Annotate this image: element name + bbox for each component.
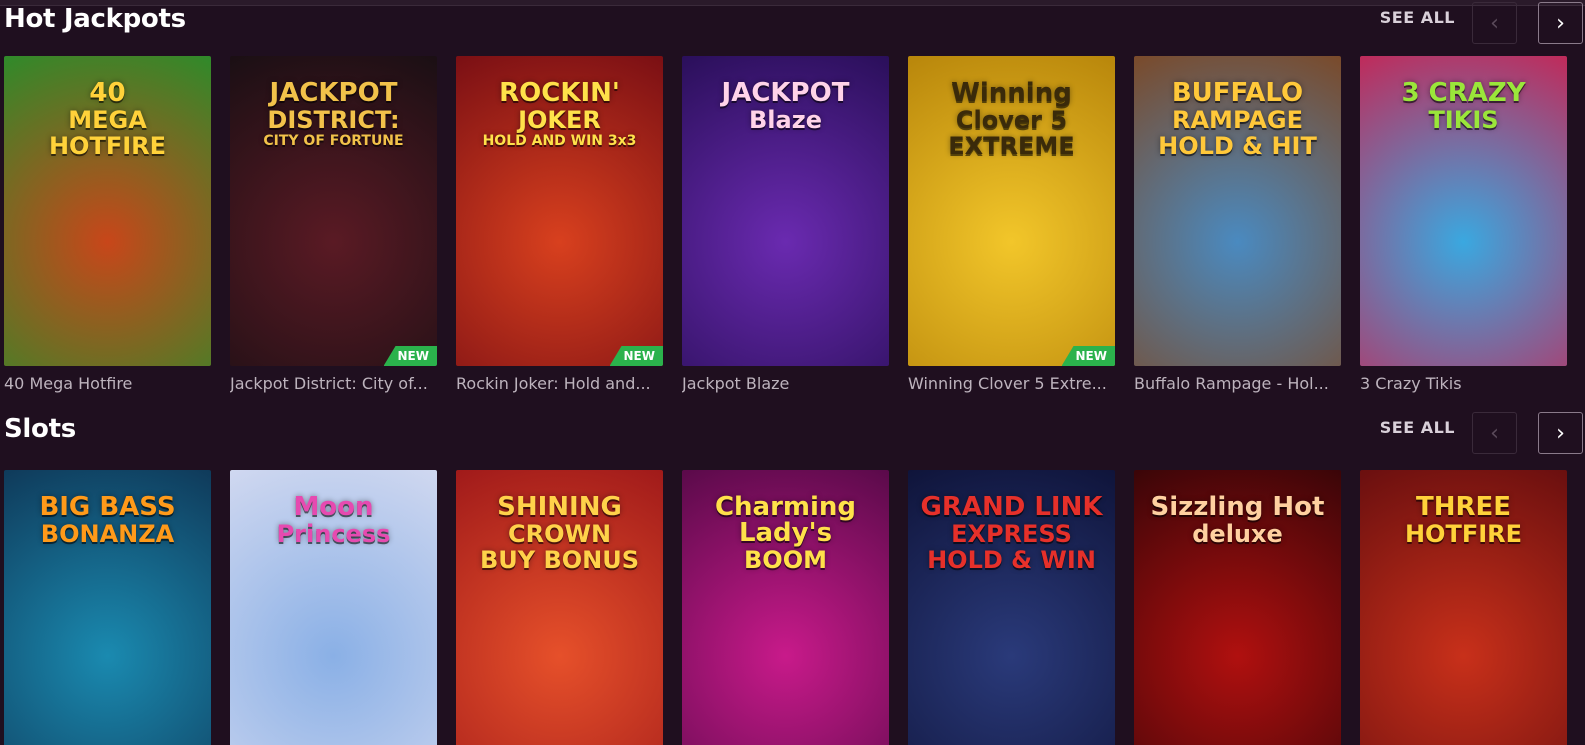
game-tile[interactable]: THREE HOTFIRE xyxy=(1360,470,1567,745)
game-thumbnail[interactable]: 40 MEGA HOTFIRE xyxy=(4,56,211,366)
game-thumbnail[interactable]: 3 CRAZY TIKIS xyxy=(1360,56,1567,366)
game-tile[interactable]: JACKPOT Blaze Jackpot Blaze xyxy=(682,56,889,393)
game-logo: Winning Clover 5 EXTREME xyxy=(914,78,1109,160)
game-thumbnail[interactable]: THREE HOTFIRE xyxy=(1360,470,1567,745)
game-logo: THREE HOTFIRE xyxy=(1366,492,1561,548)
game-logo-line: HOTFIRE xyxy=(1404,520,1523,548)
game-logo: Sizzling Hot deluxe xyxy=(1140,492,1335,548)
prev-arrow-button[interactable]: ‹ xyxy=(1472,412,1517,454)
game-logo: JACKPOT DISTRICT: CITY OF FORTUNE xyxy=(236,78,431,150)
section-title: Slots xyxy=(4,414,76,444)
section-header: Hot Jackpots SEE ALL ‹ › xyxy=(0,2,1585,44)
game-logo-line: BIG BASS xyxy=(39,492,176,522)
game-logo-line: THREE xyxy=(1415,492,1512,522)
game-logo-line: CITY OF FORTUNE xyxy=(263,133,404,149)
game-logo: Moon Princess xyxy=(236,492,431,548)
game-logo-line: TIKIS xyxy=(1428,106,1499,134)
game-logo: GRAND LINK EXPRESS HOLD & WIN xyxy=(914,492,1109,574)
game-logo-line: 40 xyxy=(89,78,126,108)
game-tile[interactable]: 40 MEGA HOTFIRE 40 Mega Hotfire xyxy=(4,56,211,393)
game-tile[interactable]: BIG BASS BONANZA xyxy=(4,470,211,745)
game-title[interactable]: 3 Crazy Tikis xyxy=(1360,374,1567,393)
game-tile[interactable]: Winning Clover 5 EXTREME NEW Winning Clove… xyxy=(908,56,1115,393)
game-logo-line: ROCKIN' xyxy=(499,78,620,108)
prev-arrow-button[interactable]: ‹ xyxy=(1472,2,1517,44)
chevron-left-icon: ‹ xyxy=(1490,10,1499,36)
casino-lobby: Hot Jackpots SEE ALL ‹ › 40 MEGA HOTFIRE 4… xyxy=(0,0,1585,745)
game-logo-line: Clover 5 xyxy=(955,106,1068,134)
game-logo-line: HOLD & HIT xyxy=(1158,132,1317,160)
game-tile[interactable]: Sizzling Hot deluxe xyxy=(1134,470,1341,745)
game-tile[interactable]: SHINING CROWN BUY BONUS xyxy=(456,470,663,745)
game-logo-line: HOLD AND WIN 3x3 xyxy=(482,133,637,149)
game-logo-line: Blaze xyxy=(749,106,822,134)
game-logo: ROCKIN' JOKER HOLD AND WIN 3x3 xyxy=(462,78,657,150)
game-logo-line: MEGA xyxy=(68,106,147,134)
chevron-right-icon: › xyxy=(1556,420,1565,446)
game-thumbnail[interactable]: Winning Clover 5 EXTREME NEW xyxy=(908,56,1115,366)
game-logo-line: deluxe xyxy=(1192,520,1283,548)
game-tile[interactable]: ROCKIN' JOKER HOLD AND WIN 3x3 NEW Rockin … xyxy=(456,56,663,393)
game-logo-line: EXPRESS xyxy=(951,520,1072,548)
game-title[interactable]: Jackpot District: City of... xyxy=(230,374,437,393)
see-all-link[interactable]: SEE ALL xyxy=(1380,418,1455,437)
game-thumbnail[interactable]: Moon Princess xyxy=(230,470,437,745)
game-logo-line: BUFFALO xyxy=(1171,78,1304,108)
game-tile[interactable]: Charming Lady's BOOM xyxy=(682,470,889,745)
game-thumbnail[interactable]: Charming Lady's BOOM xyxy=(682,470,889,745)
game-tile[interactable]: 3 CRAZY TIKIS 3 Crazy Tikis xyxy=(1360,56,1567,393)
section-title: Hot Jackpots xyxy=(4,4,186,34)
game-logo-line: DISTRICT: xyxy=(267,106,400,134)
game-tile[interactable]: GRAND LINK EXPRESS HOLD & WIN xyxy=(908,470,1115,745)
game-logo-line: Sizzling Hot xyxy=(1150,492,1325,522)
game-logo-line: JACKPOT xyxy=(721,78,850,108)
game-logo-line: BOOM xyxy=(744,546,827,574)
game-logo: 3 CRAZY TIKIS xyxy=(1366,78,1561,134)
game-thumbnail[interactable]: BIG BASS BONANZA xyxy=(4,470,211,745)
game-logo-line: Charming Lady's xyxy=(714,492,857,548)
next-arrow-button[interactable]: › xyxy=(1538,2,1583,44)
game-thumbnail[interactable]: JACKPOT DISTRICT: CITY OF FORTUNE NEW xyxy=(230,56,437,366)
chevron-left-icon: ‹ xyxy=(1490,420,1499,446)
game-logo-line: JOKER xyxy=(518,106,601,134)
game-logo-line: 3 CRAZY xyxy=(1401,78,1526,108)
chevron-right-icon: › xyxy=(1556,10,1565,36)
game-logo-line: Moon xyxy=(293,492,374,522)
game-logo: BUFFALO RAMPAGE HOLD & HIT xyxy=(1140,78,1335,160)
game-title[interactable]: Rockin Joker: Hold and... xyxy=(456,374,663,393)
game-logo-line: GRAND LINK xyxy=(920,492,1103,522)
game-logo-line: JACKPOT xyxy=(269,78,398,108)
game-thumbnail[interactable]: JACKPOT Blaze xyxy=(682,56,889,366)
game-logo-line: Princess xyxy=(276,520,391,548)
game-thumbnail[interactable]: Sizzling Hot deluxe xyxy=(1134,470,1341,745)
next-arrow-button[interactable]: › xyxy=(1538,412,1583,454)
game-logo-line: HOLD & WIN xyxy=(927,546,1096,574)
game-logo: BIG BASS BONANZA xyxy=(10,492,205,548)
game-thumbnail[interactable]: BUFFALO RAMPAGE HOLD & HIT xyxy=(1134,56,1341,366)
game-logo: 40 MEGA HOTFIRE xyxy=(10,78,205,160)
section-header: Slots SEE ALL ‹ › xyxy=(0,412,1585,454)
game-logo-line: HOTFIRE xyxy=(48,132,167,160)
game-logo-line: RAMPAGE xyxy=(1172,106,1303,134)
game-title[interactable]: Buffalo Rampage - Hol... xyxy=(1134,374,1341,393)
game-title[interactable]: 40 Mega Hotfire xyxy=(4,374,211,393)
game-logo: JACKPOT Blaze xyxy=(688,78,883,134)
game-logo-line: BONANZA xyxy=(40,520,175,548)
game-logo-line: SHINING xyxy=(497,492,622,522)
game-logo-line: BUY BONUS xyxy=(479,546,640,574)
game-title[interactable]: Winning Clover 5 Extre... xyxy=(908,374,1115,393)
game-logo: Charming Lady's BOOM xyxy=(688,492,883,574)
game-thumbnail[interactable]: GRAND LINK EXPRESS HOLD & WIN xyxy=(908,470,1115,745)
game-tile[interactable]: JACKPOT DISTRICT: CITY OF FORTUNE NEW Jack… xyxy=(230,56,437,393)
game-title[interactable]: Jackpot Blaze xyxy=(682,374,889,393)
game-logo-line: Winning xyxy=(951,78,1072,108)
game-logo-line: CROWN xyxy=(507,520,612,548)
see-all-link[interactable]: SEE ALL xyxy=(1380,8,1455,27)
game-logo-line: EXTREME xyxy=(948,132,1075,160)
game-thumbnail[interactable]: SHINING CROWN BUY BONUS xyxy=(456,470,663,745)
game-tile[interactable]: Moon Princess xyxy=(230,470,437,745)
game-logo: SHINING CROWN BUY BONUS xyxy=(462,492,657,574)
game-tile[interactable]: BUFFALO RAMPAGE HOLD & HIT Buffalo Rampage… xyxy=(1134,56,1341,393)
game-thumbnail[interactable]: ROCKIN' JOKER HOLD AND WIN 3x3 NEW xyxy=(456,56,663,366)
